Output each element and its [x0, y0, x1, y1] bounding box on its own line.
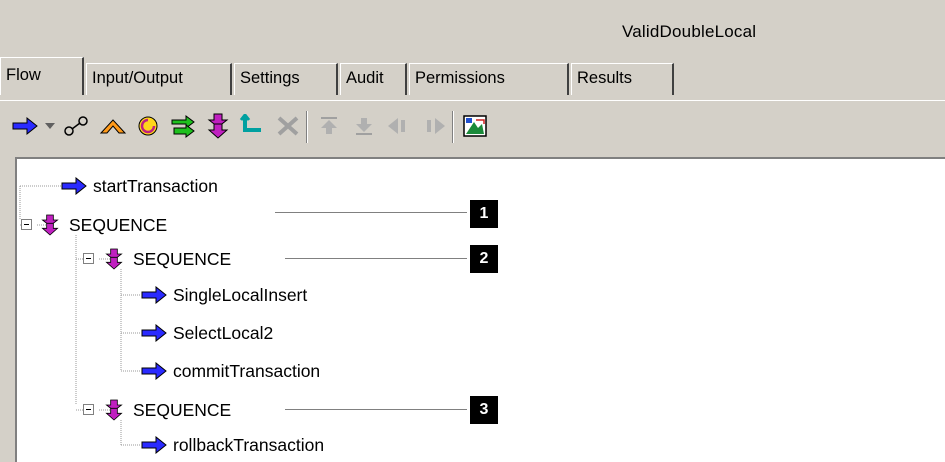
- tree-node-label: rollbackTransaction: [173, 434, 325, 455]
- tree-node-sequence-2[interactable]: SEQUENCE: [101, 247, 231, 271]
- tree-node-start-transaction[interactable]: startTransaction: [61, 174, 218, 198]
- invoke-arrow-icon[interactable]: [10, 111, 40, 141]
- toolbar-separator: [452, 111, 454, 143]
- callout-badge: 2: [470, 245, 498, 273]
- tab-bar: Flow Input/Output Settings Audit Permiss…: [0, 57, 945, 95]
- callout-badge: 3: [470, 396, 498, 424]
- indent-right-icon[interactable]: [419, 111, 449, 141]
- map-icon[interactable]: [62, 111, 92, 141]
- tree-node-rollback-transaction[interactable]: rollbackTransaction: [141, 433, 324, 457]
- invoke-arrow-icon: [141, 284, 167, 306]
- tree-node-single-local-insert[interactable]: SingleLocalInsert: [141, 283, 307, 307]
- repeat-icon[interactable]: [168, 111, 198, 141]
- indent-left-icon[interactable]: [384, 111, 414, 141]
- tab-results[interactable]: Results: [571, 63, 674, 95]
- callout-line: [275, 212, 467, 213]
- sequence-icon: [101, 399, 127, 421]
- window-title: ValidDoubleLocal: [622, 22, 757, 41]
- invoke-arrow-icon: [141, 322, 167, 344]
- tree-node-sequence-1[interactable]: SEQUENCE: [37, 213, 167, 237]
- tab-settings[interactable]: Settings: [234, 63, 338, 95]
- move-down-icon[interactable]: [349, 111, 379, 141]
- invoke-arrow-icon: [141, 434, 167, 456]
- tree-node-label: commitTransaction: [173, 360, 321, 381]
- tab-audit[interactable]: Audit: [340, 63, 407, 95]
- sequence-icon: [37, 214, 63, 236]
- toolbar-separator: [306, 111, 308, 143]
- callout-badge: 1: [470, 200, 498, 228]
- tab-flow[interactable]: Flow: [0, 57, 84, 95]
- move-up-icon[interactable]: [314, 111, 344, 141]
- callout-line: [285, 258, 467, 259]
- tree-node-label: SelectLocal2: [173, 322, 274, 343]
- tree-node-label: startTransaction: [93, 175, 218, 196]
- collapse-toggle[interactable]: [83, 404, 94, 415]
- collapse-toggle[interactable]: [21, 219, 32, 230]
- dropdown-icon[interactable]: [40, 111, 60, 141]
- delete-icon[interactable]: [273, 111, 303, 141]
- invoke-arrow-icon: [141, 360, 167, 382]
- window-titlebar: ValidDoubleLocal: [0, 0, 945, 56]
- collapse-toggle[interactable]: [83, 253, 94, 264]
- tree-node-label: SEQUENCE: [69, 214, 168, 235]
- properties-icon[interactable]: [460, 111, 490, 141]
- sequence-icon: [101, 248, 127, 270]
- tab-permissions[interactable]: Permissions: [409, 63, 569, 95]
- tree-node-select-local2[interactable]: SelectLocal2: [141, 321, 273, 345]
- tree-node-label: SEQUENCE: [133, 248, 232, 269]
- toolbar: [0, 100, 945, 150]
- tree-node-label: SingleLocalInsert: [173, 284, 308, 305]
- tree-node-sequence-3[interactable]: SEQUENCE: [101, 398, 231, 422]
- exit-icon[interactable]: [238, 111, 268, 141]
- loop-icon[interactable]: [133, 111, 163, 141]
- tree-node-label: SEQUENCE: [133, 399, 232, 420]
- sequence-icon[interactable]: [203, 111, 233, 141]
- tab-input-output[interactable]: Input/Output: [86, 63, 232, 95]
- branch-icon[interactable]: [98, 111, 128, 141]
- tree-node-commit-transaction[interactable]: commitTransaction: [141, 359, 320, 383]
- callout-line: [285, 409, 467, 410]
- invoke-arrow-icon: [61, 175, 87, 197]
- flow-tree: startTransaction SEQUENCE SEQUENCE Singl…: [15, 157, 945, 462]
